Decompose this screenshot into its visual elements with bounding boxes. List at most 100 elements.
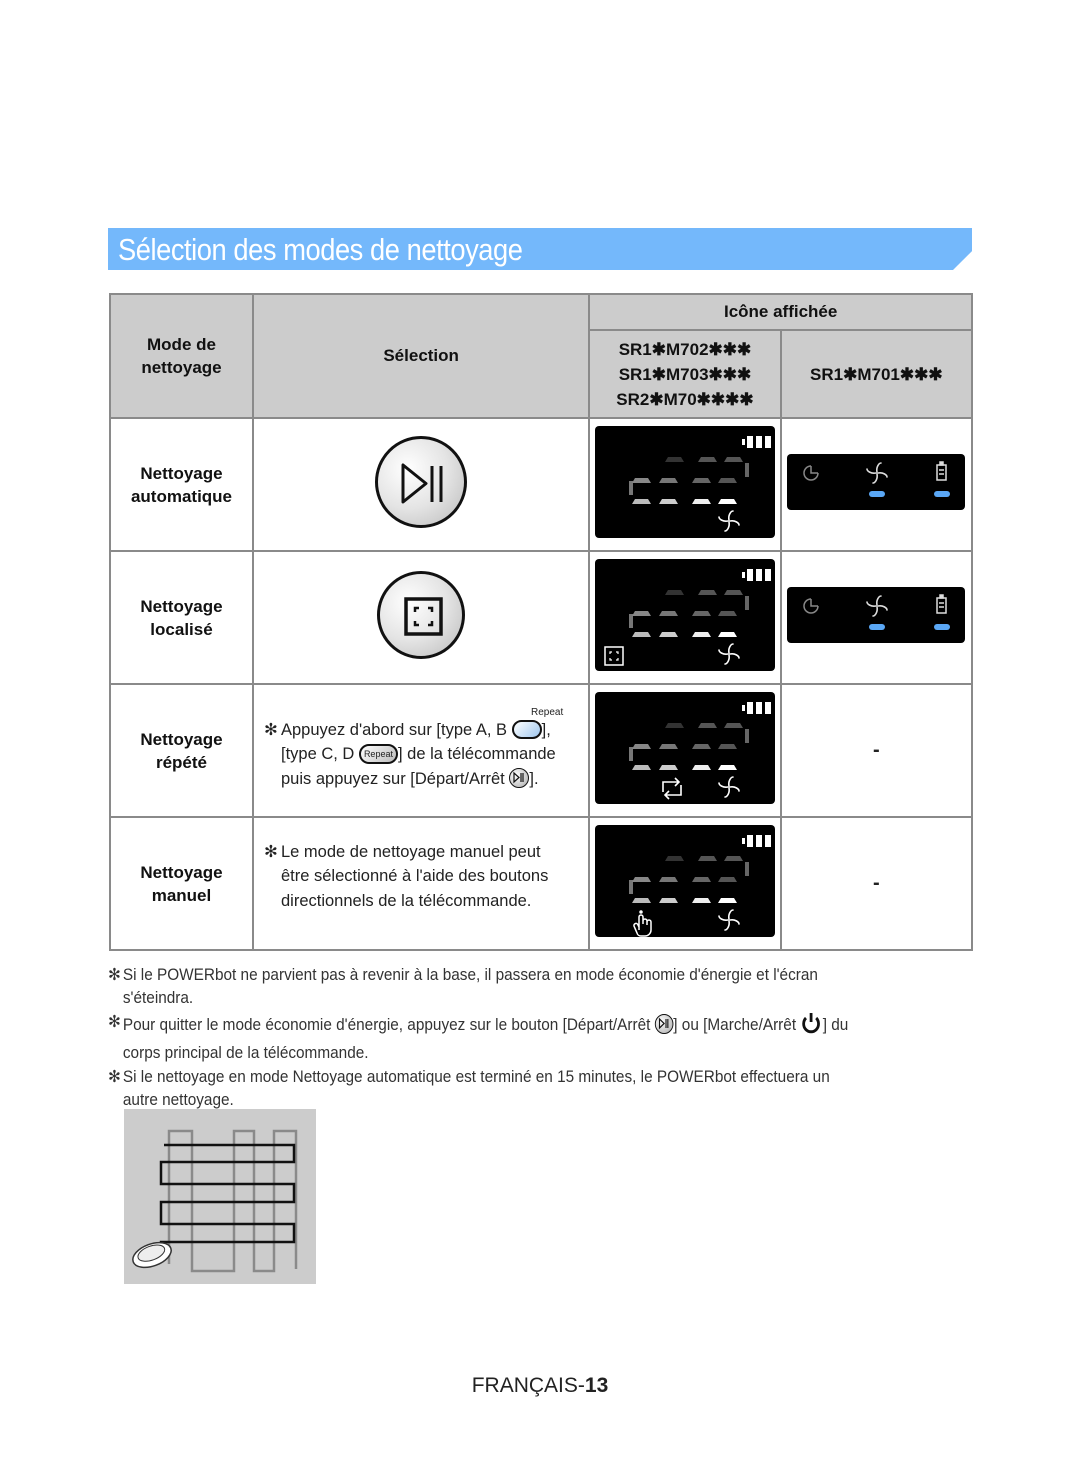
header-icon-displayed: Icône affichée (588, 293, 973, 331)
note-text: autre nettoyage. (122, 1091, 234, 1109)
suction-fan-icon (718, 510, 740, 532)
spot-clean-button-icon (377, 571, 466, 659)
instruction-text: ]. (529, 769, 539, 788)
digit-display (628, 457, 749, 504)
start-stop-button-icon (509, 767, 530, 788)
header-mode-line2: nettoyage (141, 358, 222, 377)
spot-clean-icon (604, 646, 624, 666)
digit-display (628, 590, 749, 637)
start-stop-button-icon (654, 1014, 674, 1034)
note-exit-power-saving: ✻ Pour quitter le mode économie d'énergi… (108, 1011, 988, 1065)
display1-cell-spot (588, 550, 782, 685)
battery-indicator (934, 624, 951, 630)
display1-cell-repeat (588, 683, 782, 818)
instruction-line: Le mode de nettoyage manuel peut (280, 842, 541, 861)
instruction-line: [type C, D Repeat] de la télécommande (264, 742, 588, 767)
instruction-text: puis appuyez sur [Départ/Arrêt (280, 769, 505, 788)
lcd-display (594, 559, 775, 671)
section-title: Sélection des modes de nettoyage (118, 232, 523, 267)
mode-line1: Nettoyage (140, 862, 223, 882)
header-selection: Sélection (251, 293, 591, 419)
instruction-text: Appuyez d'abord sur [type A, B (280, 720, 508, 739)
display2-cell-repeat: - (779, 683, 974, 818)
not-applicable-dash: - (872, 872, 880, 894)
lcd-display (594, 825, 775, 937)
selection-cell-manual: ✻ Le mode de nettoyage manuel peut être … (251, 816, 591, 951)
page-footer: FRANÇAIS-13 (0, 1374, 1080, 1398)
display2-cell-manual: - (779, 816, 974, 951)
instruction-text: ] de la télécommande (397, 745, 556, 764)
instruction-text: [type C, D (280, 745, 355, 764)
header-models-group2: SR1✱M701✱✱✱ (779, 329, 974, 419)
header-mode-line1: Mode de (147, 335, 216, 354)
suction-fan-icon (718, 776, 740, 798)
selection-cell-auto (251, 417, 591, 552)
fan-indicator (869, 491, 886, 497)
mode-line1: Nettoyage (140, 463, 223, 483)
mini-display (787, 587, 966, 643)
header-models-group1: SR1✱M702✱✱✱ SR1✱M703✱✱✱ SR2✱M70✱✱✱✱ (588, 329, 782, 419)
display2-cell-auto (779, 417, 974, 552)
mode-line1: Nettoyage (140, 596, 223, 616)
note-text: corps principal de la télécommande. (122, 1044, 369, 1062)
model-label: SR1✱M703✱✱✱ (618, 364, 752, 384)
table-row-manual: Nettoyage manuel ✻ Le mode de nettoyage … (109, 816, 974, 951)
note-text: s'éteindra. (122, 989, 194, 1007)
note-text: Si le POWERbot ne parvient pas à revenir… (122, 966, 818, 984)
lcd-display (594, 692, 775, 804)
mode-line1: Nettoyage (140, 729, 223, 749)
repeat-icon (662, 777, 682, 800)
header-mode: Mode de nettoyage (109, 293, 254, 419)
mode-line2: automatique (130, 486, 233, 506)
manual-instructions: ✻ Le mode de nettoyage manuel peut être … (254, 840, 588, 914)
mode-label-manual: Nettoyage manuel (109, 816, 254, 951)
mode-label-repeat: Nettoyage répété (109, 683, 254, 818)
table-header-row: Mode de nettoyage Sélection Icône affich… (109, 293, 973, 419)
note-asterisk: ✻ (108, 966, 121, 984)
mode-label-spot: Nettoyage localisé (109, 550, 254, 685)
battery-icon (741, 436, 771, 448)
repeat-instructions: Repeat ✻ Appuyez d'abord sur [type A, B … (254, 707, 588, 792)
note-asterisk: ✻ (263, 720, 278, 739)
table-row-spot: Nettoyage localisé (109, 550, 974, 685)
notes-section: ✻ Si le POWERbot ne parvient pas à reven… (108, 964, 978, 1113)
mode-line2: manuel (151, 885, 212, 905)
power-icon (800, 1011, 822, 1042)
repeat-button-label: Repeat (530, 706, 564, 718)
table-row-repeat: Nettoyage répété Repeat ✻ Appuyez d'abor… (109, 683, 974, 818)
note-text: Si le nettoyage en mode Nettoyage automa… (122, 1068, 830, 1086)
battery-icon (741, 569, 771, 581)
footer-language: FRANÇAIS- (471, 1374, 585, 1397)
manual-hand-icon (633, 910, 652, 937)
instruction-line: être sélectionné à l'aide des boutons (280, 867, 549, 886)
digit-display (628, 723, 749, 770)
fan-indicator (869, 624, 886, 630)
suction-fan-icon (718, 909, 740, 931)
battery-indicator (934, 491, 951, 497)
battery-icon (936, 594, 948, 614)
selection-cell-repeat: Repeat ✻ Appuyez d'abord sur [type A, B … (251, 683, 591, 818)
note-auto-repeat: ✻ Si le nettoyage en mode Nettoyage auto… (108, 1066, 988, 1112)
model-label: SR2✱M70✱✱✱✱ (616, 389, 754, 409)
mode-line2: répété (155, 752, 207, 772)
cleaning-modes-table: Mode de nettoyage Sélection Icône affich… (109, 293, 974, 951)
repeat-button-icon: Repeat (358, 744, 398, 765)
note-asterisk: ✻ (108, 1013, 121, 1031)
table-row-auto: Nettoyage automatique (109, 417, 974, 552)
note-power-saving: ✻ Si le POWERbot ne parvient pas à reven… (108, 964, 988, 1010)
mode-label-auto: Nettoyage automatique (109, 417, 254, 552)
instruction-line: directionnels de la télécommande. (280, 891, 532, 910)
note-text: ] du (822, 1016, 849, 1034)
display1-cell-manual (588, 816, 782, 951)
selection-cell-spot (251, 550, 591, 685)
mode-line2: localisé (150, 619, 213, 639)
timer-icon (803, 465, 820, 481)
model-label: SR1✱M702✱✱✱ (618, 339, 752, 359)
battery-icon (741, 835, 771, 847)
lcd-display (594, 426, 775, 538)
note-text: ] ou [Marche/Arrêt (673, 1016, 797, 1034)
not-applicable-dash: - (872, 739, 880, 761)
note-asterisk: ✻ (263, 842, 278, 861)
note-asterisk: ✻ (108, 1068, 121, 1086)
instruction-line: puis appuyez sur [Départ/Arrêt ]. (264, 767, 588, 792)
